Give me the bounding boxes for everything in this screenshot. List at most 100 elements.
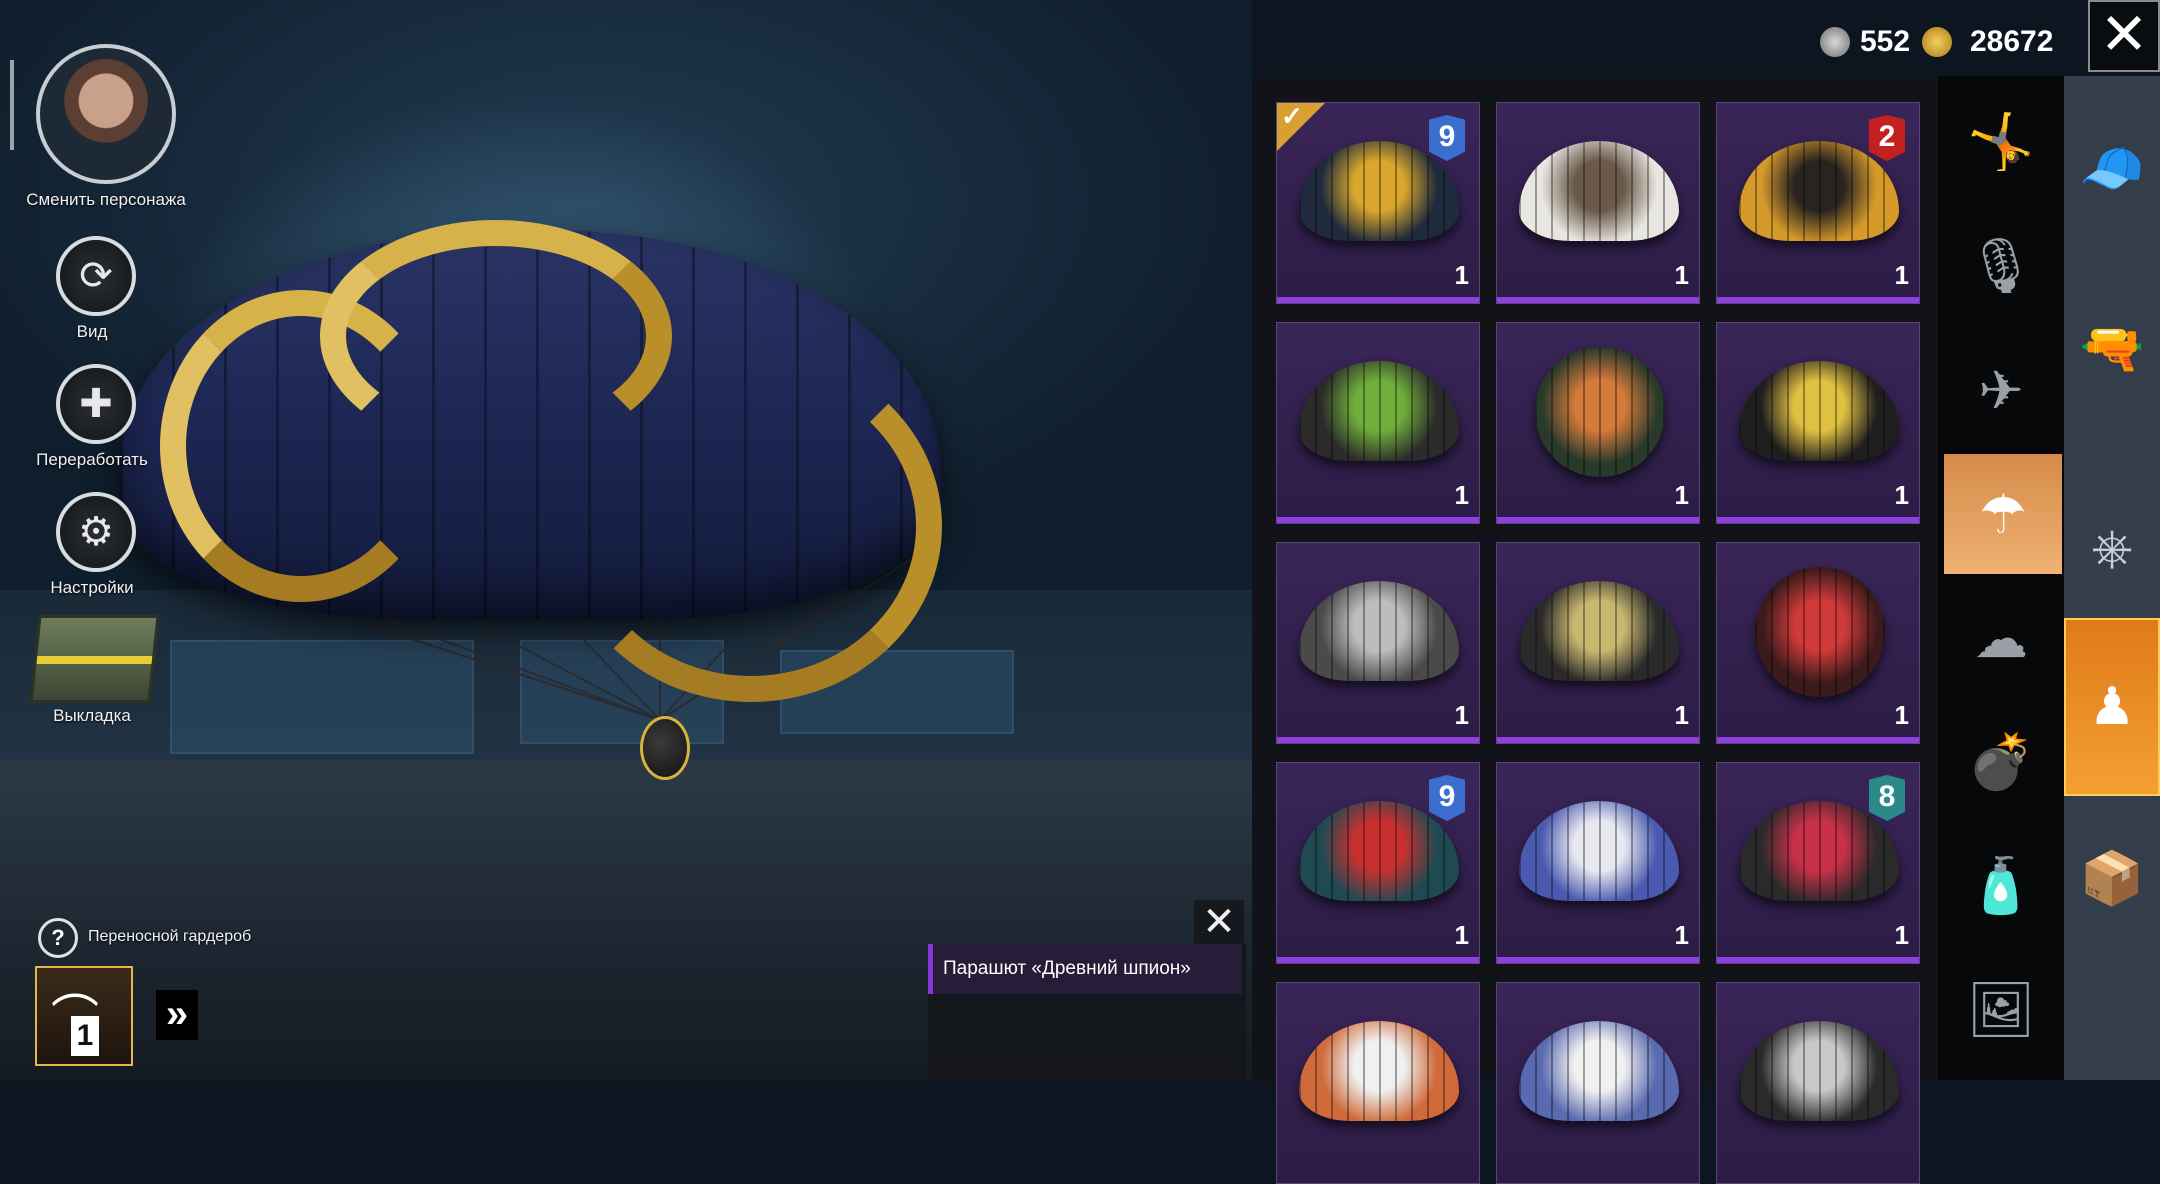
item-info-panel: Парашют «Древний шпион» [928,944,1246,1080]
settings-button[interactable]: ⚙ [56,492,136,572]
level-badge: 2 [1869,115,1905,161]
item-quantity: 1 [1454,480,1469,510]
parachute-thumbnail [1739,361,1899,461]
parachute-thumbnail [1535,347,1665,477]
parachute-item-card[interactable]: 91 [1276,762,1480,964]
type-sidebar: 🧢 🔫 ⎈ ♟ 📦 [2064,76,2160,1080]
parachute-thumbnail [1299,1021,1459,1121]
outfit-icon: 🧢 [2079,139,2145,198]
item-quantity: 1 [1454,260,1469,290]
parachute-item-card[interactable]: ✓ 9 1 [1276,101,1480,304]
parachute-item-card[interactable]: 1 [1496,322,1700,524]
pistol-icon: 🔫 [2079,319,2145,378]
parachute-thumbnail [1299,141,1459,241]
parachute-item-card[interactable]: 1 [1276,542,1480,744]
gold-coin-icon [1922,27,1952,57]
category-grenade[interactable]: 💣 [1938,702,2064,822]
view-label: Вид [76,322,108,341]
item-title: Парашют «Древний шпион» [928,944,1242,994]
emote-figure-icon: ♟ [2088,678,2136,736]
parachute-thumbnail [1755,567,1885,697]
dragon-emblem [560,350,942,702]
silver-value: 552 [1860,25,1911,58]
item-quantity: 1 [1454,700,1469,730]
rework-button[interactable]: ✚ [56,364,136,444]
parachute-thumbnail [1299,801,1459,901]
puzzle-icon: ✚ [79,382,113,426]
category-sidebar: 🤸 🎙 ✈ ☂ ☁ 💣 🧴 🖼 [1938,76,2064,1080]
category-gallery[interactable]: 🖼 [1938,950,2064,1070]
type-steering-wheel[interactable]: ⎈ [2064,486,2160,610]
portable-wardrobe-label: Переносной гардероб [88,928,252,945]
item-quantity: 1 [1894,920,1909,950]
type-outfit[interactable]: 🧢 [2064,106,2160,230]
parachute-item-card[interactable]: 21 [1716,102,1920,304]
parachute-thumbnail [1519,801,1679,901]
parachute-thumbnail [1519,141,1679,241]
parachute-item-card[interactable]: 1 [1496,542,1700,744]
rework-label: Переработать [36,450,148,469]
microphone-icon: 🎙 [1966,235,2036,296]
type-pistol[interactable]: 🔫 [2064,286,2160,410]
parachute-icon: ☂ [1978,484,2028,545]
double-chevron-right-icon[interactable]: » [156,990,198,1040]
smoke-icon: ☁ [1974,608,2028,669]
wardrobe-slot[interactable]: ⌒ 1 [35,966,133,1066]
scene-viewport[interactable] [0,0,1252,1080]
item-quantity: 1 [1894,700,1909,730]
parachute-item-card[interactable]: 1 [1496,102,1700,304]
category-spray[interactable]: 🧴 [1938,826,2064,946]
emote-icon: 🤸 [1967,111,2035,172]
loadout-label[interactable]: Выкладка [42,706,142,726]
parachute-item-card[interactable] [1716,982,1920,1184]
avatar-bracket [10,60,14,150]
parachute-item-card[interactable]: 1 [1496,762,1700,964]
category-microphone[interactable]: 🎙 [1938,206,2064,326]
close-info-button[interactable]: ✕ [1194,900,1244,944]
item-quantity: 1 [1674,700,1689,730]
item-quantity: 1 [1674,480,1689,510]
silver-currency: 552 [1820,20,1910,64]
parachute-thumbnail [1299,361,1459,461]
spray-icon: 🧴 [1967,855,2035,916]
plane-icon: ✈ [1978,360,2024,421]
category-emote[interactable]: 🤸 [1938,82,2064,202]
type-crate[interactable]: 📦 [2064,816,2160,940]
item-grid: ✓ 9 1 1 2 1 1 1 1 1 1 1 9 1 1 8 1 [1252,76,1938,1184]
type-emote-figure[interactable]: ♟ [2064,618,2160,796]
parachute-item-card[interactable]: 1 [1716,542,1920,744]
parachute-item-card[interactable]: 1 [1276,322,1480,524]
change-character-label[interactable]: Сменить персонажа [16,190,196,210]
category-plane[interactable]: ✈ [1938,330,2064,450]
gold-currency: 28672 [1922,20,2053,64]
level-badge: 9 [1429,115,1465,161]
crate-icon: 📦 [2079,849,2145,908]
loadout-crate-icon[interactable] [29,615,160,703]
parachute-item-card[interactable]: 1 [1716,322,1920,524]
parachute-item-card[interactable]: 81 [1716,762,1920,964]
settings-label: Настройки [50,578,134,597]
parachute-payload [640,716,690,780]
parachute-item-card[interactable] [1496,982,1700,1184]
item-quantity: 1 [1454,920,1469,950]
rotate-icon: ⟳ [79,254,113,298]
item-quantity: 1 [1894,260,1909,290]
question-icon[interactable]: ? [38,918,78,958]
character-avatar[interactable] [36,44,176,184]
wardrobe-count: 1 [71,1016,99,1056]
steering-wheel-icon: ⎈ [2091,518,2133,577]
category-smoke[interactable]: ☁ [1938,578,2064,698]
parachute-item-card[interactable] [1276,982,1480,1184]
level-badge: 8 [1869,775,1905,821]
item-quantity: 1 [1674,260,1689,290]
view-button[interactable]: ⟳ [56,236,136,316]
parachute-thumbnail [1739,1021,1899,1121]
close-button[interactable]: ✕ [2088,0,2160,72]
category-parachute[interactable]: ☂ [1944,454,2062,574]
gold-value: 28672 [1970,25,2054,58]
parachute-thumbnail [1299,581,1459,681]
checkmark-icon: ✓ [1281,101,1303,131]
parachute-thumbnail [1739,141,1899,241]
parachute-thumbnail [1519,581,1679,681]
level-badge: 9 [1429,775,1465,821]
